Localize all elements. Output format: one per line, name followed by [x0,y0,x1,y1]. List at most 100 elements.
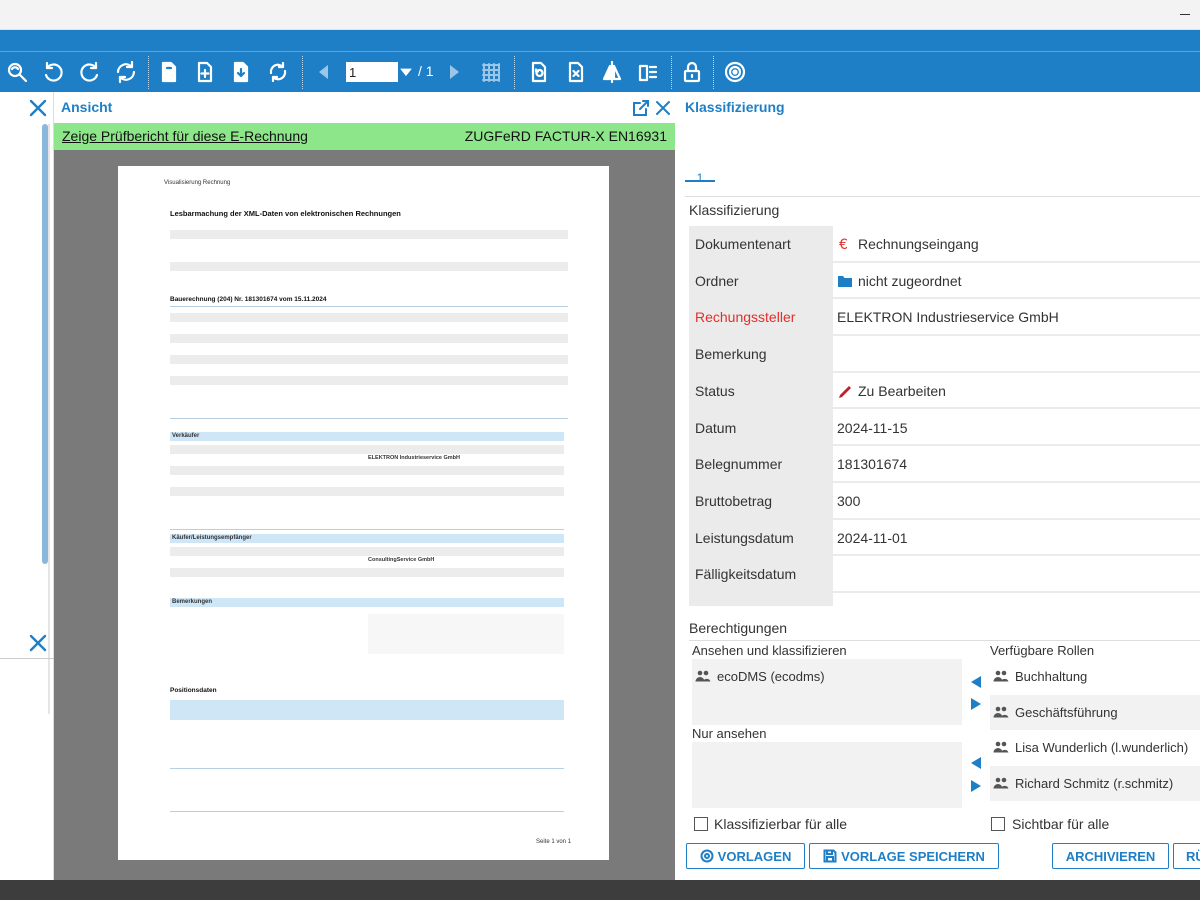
close-lower-panel-button[interactable] [28,633,48,653]
field-value: 181301674 [837,456,908,473]
pencil-icon [839,385,851,398]
field-label: Rechungssteller [695,309,796,326]
list-item[interactable]: Buchhaltung [990,659,1200,694]
new-document-button[interactable] [154,57,184,87]
doc-row [170,547,564,556]
field-value-input[interactable]: 2024-11-01 [833,519,1200,557]
field-value-input[interactable]: 181301674 [833,446,1200,483]
users-icon [695,670,711,682]
doc-positions-header [170,700,564,720]
field-value-input[interactable]: nicht zugeordnet [833,262,1200,300]
field-label: Datum [695,419,737,436]
delete-page-button[interactable] [561,57,591,87]
add-page-button[interactable] [190,57,220,87]
classify-all-checkbox[interactable] [694,817,708,831]
classification-subtitle: Klassifizierung [689,202,780,218]
scrollbar-thumb[interactable] [42,124,48,564]
rotate-right-button[interactable] [75,57,105,87]
move-right-button[interactable] [969,697,983,711]
field-value-input[interactable]: 2024-11-15 [833,409,1200,447]
doc-section-buyer: Käufer/Leistungsempfänger [170,534,564,543]
popout-button[interactable] [632,99,650,117]
field-label: Fälligkeitsdatum [695,566,797,583]
next-page-button[interactable] [442,57,466,87]
split-document-button[interactable] [597,57,627,87]
einvoice-format-label: ZUGFeRD FACTUR-X EN16931 [464,128,667,144]
field-value-input[interactable]: 300 [833,482,1200,520]
field-value-input[interactable]: 252.1 [833,593,1200,606]
doc-row [170,313,568,322]
panel-divider [0,658,54,659]
download-button[interactable] [226,57,256,87]
rotate-left-button[interactable] [38,57,68,87]
view-only-label: Nur ansehen [692,726,767,741]
classification-panel: Klassifizierung 1 Klassifizierung Dokume… [675,92,1200,880]
search-refresh-button[interactable] [2,57,32,87]
file-download-icon [233,61,249,83]
tab-1[interactable]: 1 [685,152,715,185]
document-viewer: Ansicht Zeige Prüfbericht für diese E-Re… [54,92,675,880]
available-roles-label: Verfügbare Rollen [990,643,1095,658]
field-value-input[interactable] [833,336,1200,373]
arrow-right-icon [971,698,981,710]
list-item[interactable]: ecoDMS (ecodms) [692,659,902,694]
move-left-button[interactable] [969,675,983,689]
test-report-link[interactable]: Zeige Prüfbericht für diese E-Rechnung [62,128,308,144]
ocr-text-button[interactable] [633,57,663,87]
thumbnail-grid-button[interactable] [476,57,506,87]
page-dropdown-button[interactable] [396,57,416,87]
field-value-input[interactable]: ELEKTRON Industrieservice GmbH [833,299,1200,337]
split-icon [602,60,622,84]
list-item[interactable]: Richard Schmitz (r.schmitz) [990,765,1200,801]
folder-icon [838,275,852,287]
reset-button[interactable]: RÜ [1173,843,1200,869]
doc-row [170,355,568,364]
arrow-left-icon [971,676,981,688]
doc-row [170,445,564,454]
doc-positions-title: Positionsdaten [170,687,217,694]
close-left-panel-button[interactable] [28,98,48,118]
text-layer-icon [638,64,658,82]
doc-line [170,529,564,530]
doc-section-label: Käufer/Leistungsempfänger [172,535,252,541]
sync-button[interactable] [263,57,293,87]
doc-row [170,376,568,385]
prev-page-button[interactable] [312,57,336,87]
archive-button[interactable]: ARCHIVIEREN [1052,843,1169,869]
list-item[interactable]: Geschäftsführung [990,694,1200,730]
classify-all-label: Klassifizierbar für alle [714,816,848,832]
doc-row [170,246,568,255]
field-label: Bruttobetrag [695,492,773,509]
target-icon [724,61,746,83]
field-value: nicht zugeordnet [858,272,962,289]
rotate-right-icon [80,61,99,82]
doc-line [170,306,568,307]
close-viewer-button[interactable] [654,99,672,117]
close-icon [656,101,670,115]
field-value-input[interactable] [833,556,1200,593]
field-value-input[interactable]: € Rechnungseingang [833,226,1200,263]
reset-label: RÜ [1186,848,1200,864]
move-left-button[interactable] [969,756,983,770]
target-button[interactable] [720,57,750,87]
toolbar-separator [302,56,303,89]
templates-button[interactable]: VORLAGEN [686,843,805,869]
lock-button[interactable] [677,57,707,87]
templates-label: VORLAGEN [717,848,792,864]
view-only-list[interactable] [692,742,962,808]
refresh-button[interactable] [111,57,141,87]
window-titlebar [0,0,1200,30]
reset-document-button[interactable] [524,57,554,87]
sync-icon [269,61,287,83]
move-right-button[interactable] [969,779,983,793]
save-template-button[interactable]: VORLAGE SPEICHERN [809,843,999,869]
view-classify-list[interactable]: ecoDMS (ecodms) [692,659,962,725]
available-roles-list[interactable]: Buchhaltung Geschäftsführung Lisa Wunderli… [990,659,1200,809]
visible-all-checkbox[interactable] [991,817,1005,831]
field-value-input[interactable]: Zu Bearbeiten [833,372,1200,410]
target-icon [700,849,714,863]
file-delete-icon [568,61,584,83]
page-number-input[interactable] [346,62,398,82]
minimize-icon[interactable] [1180,14,1190,15]
list-item[interactable]: Lisa Wunderlich (l.wunderlich) [990,730,1200,765]
